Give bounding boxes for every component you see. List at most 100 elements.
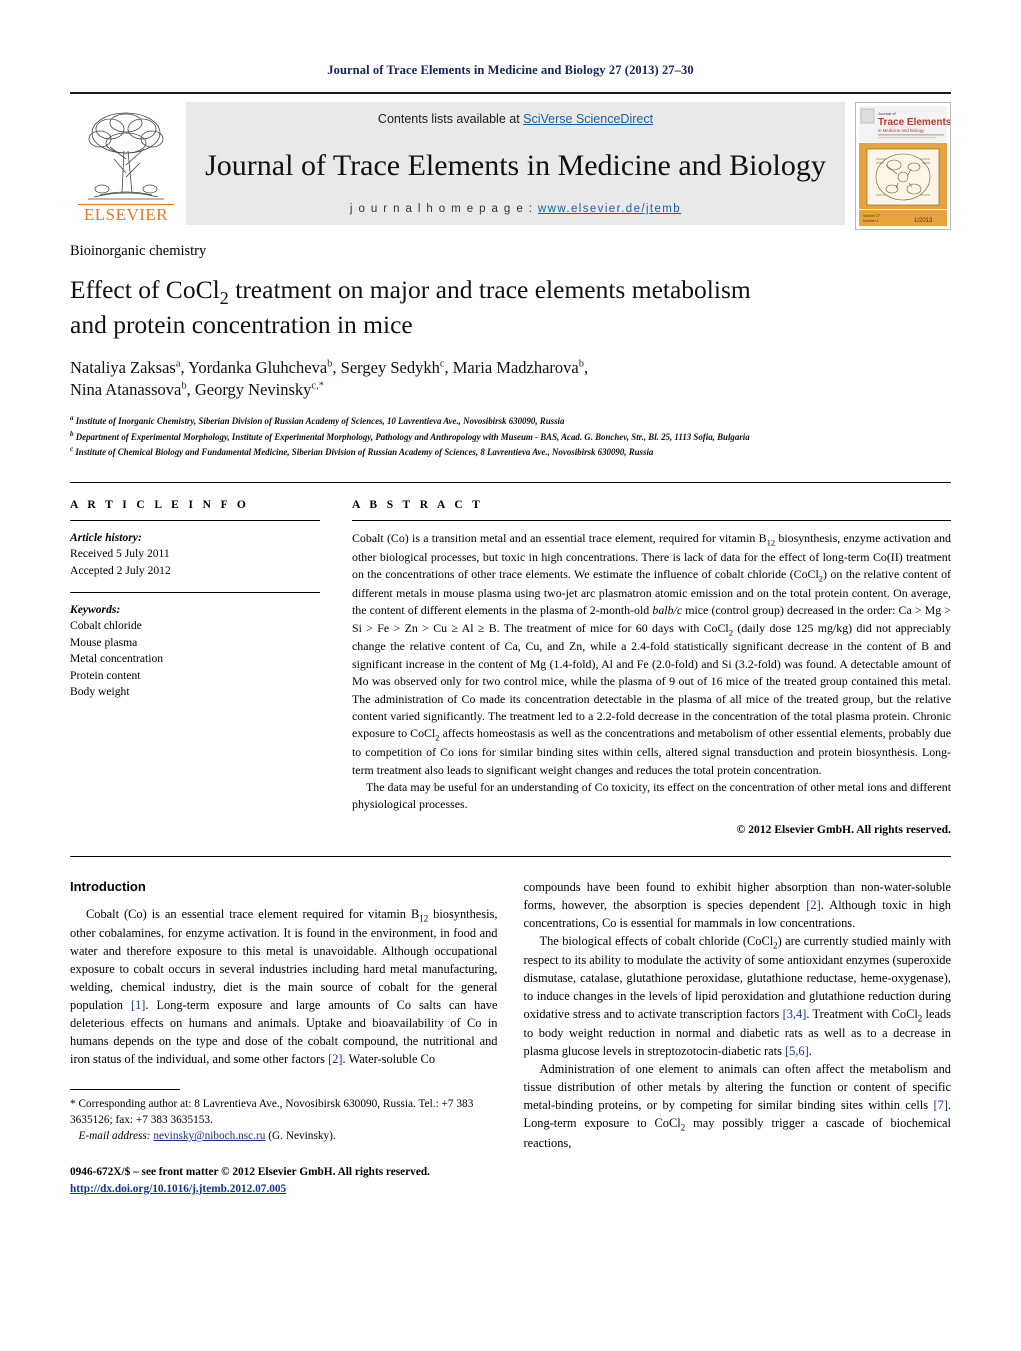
- introduction-right-text: compounds have been found to exhibit hig…: [524, 879, 952, 1153]
- keyword-item: Protein content: [70, 668, 141, 682]
- abstract-body: Cobalt (Co) is a transition metal and an…: [352, 530, 951, 814]
- contents-prefix: Contents lists available at: [377, 112, 524, 126]
- abstract-heading: A B S T R A C T: [352, 498, 484, 511]
- corresponding-marker: *: [70, 1097, 76, 1110]
- issn-text: 0946-672X/$ – see front matter © 2012 El…: [70, 1165, 430, 1178]
- keyword-item: Cobalt chloride: [70, 619, 142, 633]
- journal-masthead: ELSEVIER Contents lists available at Sci…: [70, 92, 951, 230]
- author-affil-mark: c,*: [311, 380, 324, 392]
- contents-available-line: Contents lists available at SciVerse Sci…: [186, 112, 845, 126]
- elsevier-wordmark: ELSEVIER: [78, 204, 174, 223]
- affiliation-item: b Department of Experimental Morphology,…: [70, 429, 951, 445]
- paragraph: Cobalt (Co) is an essential trace elemen…: [70, 906, 498, 1066]
- introduction-left-text: Cobalt (Co) is an essential trace elemen…: [70, 906, 498, 1069]
- keyword-item: Body weight: [70, 685, 130, 699]
- svg-text:Trace Elements: Trace Elements: [878, 117, 950, 128]
- journal-homepage-line: j o u r n a l h o m e p a g e : www.else…: [186, 203, 845, 215]
- doi-link[interactable]: http://dx.doi.org/10.1016/j.jtemb.2012.0…: [70, 1183, 286, 1195]
- elsevier-logo: ELSEVIER: [70, 102, 182, 225]
- journal-band: Contents lists available at SciVerse Sci…: [186, 102, 845, 225]
- title-part-2: treatment on major and trace elements me…: [228, 275, 751, 304]
- journal-title: Journal of Trace Elements in Medicine an…: [205, 149, 826, 182]
- article-accepted-date: Accepted 2 July 2012: [70, 563, 171, 577]
- affiliation-mark: c: [70, 445, 74, 454]
- issn-copyright-line: 0946-672X/$ – see front matter © 2012 El…: [70, 1164, 498, 1198]
- author-item[interactable]: Nataliya Zaksasa: [70, 358, 181, 377]
- journal-cover-thumbnail[interactable]: Journal of Trace Elements in Medicine an…: [855, 102, 951, 230]
- paper-page: Journal of Trace Elements in Medicine an…: [0, 0, 1021, 1351]
- svg-text:Number 1: Number 1: [863, 219, 879, 223]
- email-owner: (G. Nevinsky).: [268, 1129, 336, 1142]
- article-info-heading: A R T I C L E I N F O: [70, 498, 250, 511]
- keyword-item: Mouse plasma: [70, 635, 138, 649]
- affiliation-mark: a: [70, 414, 74, 423]
- author-list: Nataliya Zaksasa, Yordanka Gluhchevab, S…: [70, 357, 951, 403]
- elsevier-tree-icon: [88, 112, 164, 200]
- article-history-label: Article history:: [70, 530, 142, 544]
- footnote-region: * Corresponding author at: 8 Lavrentieva…: [70, 1088, 498, 1198]
- corresponding-text: Corresponding author at: 8 Lavrentieva A…: [78, 1097, 416, 1110]
- body-column-left: Introduction Cobalt (Co) is an essential…: [70, 879, 498, 1198]
- keywords-group: Keywords: Cobalt chloride Mouse plasma M…: [70, 602, 320, 701]
- sciencedirect-link[interactable]: SciVerse ScienceDirect: [523, 112, 653, 126]
- cover-artwork-icon: Journal of Trace Elements in Medicine an…: [856, 103, 950, 229]
- author-name: Yordanka Gluhcheva: [188, 357, 328, 377]
- body-region: Introduction Cobalt (Co) is an essential…: [70, 855, 952, 1198]
- article-info-separator: [70, 591, 320, 593]
- affiliation-text: Department of Experimental Morphology, I…: [75, 431, 750, 442]
- paragraph: The biological effects of cobalt chlorid…: [523, 933, 952, 1059]
- author-item[interactable]: Yordanka Gluhchevab: [188, 358, 332, 377]
- email-link[interactable]: nevinsky@niboch.nsc.ru: [153, 1130, 265, 1142]
- affiliation-item: c Institute of Chemical Biology and Fund…: [70, 444, 951, 460]
- abstract-paragraph: Cobalt (Co) is a transition metal and an…: [352, 530, 951, 777]
- author-sep: ,: [583, 357, 589, 377]
- author-sep: ,: [180, 357, 189, 377]
- svg-text:Journal of: Journal of: [878, 111, 896, 116]
- affiliation-text: Institute of Inorganic Chemistry, Siberi…: [75, 416, 565, 427]
- author-item[interactable]: Georgy Nevinskyc,*: [195, 380, 324, 399]
- article-category: Bioinorganic chemistry: [70, 243, 207, 259]
- title-line-2: and protein concentration in mice: [70, 310, 413, 340]
- email-label: E-mail address:: [78, 1129, 151, 1142]
- abstract-copyright: © 2012 Elsevier GmbH. All rights reserve…: [736, 822, 951, 836]
- svg-text:1/2013: 1/2013: [914, 218, 933, 224]
- svg-text:Volume 27: Volume 27: [863, 214, 880, 218]
- running-head: Journal of Trace Elements in Medicine an…: [327, 63, 694, 77]
- keyword-item: Metal concentration: [70, 652, 164, 666]
- homepage-prefix: j o u r n a l h o m e p a g e :: [349, 203, 538, 215]
- author-item[interactable]: Nina Atanassovab: [70, 380, 187, 399]
- author-sep: ,: [186, 380, 195, 400]
- article-history-group: Article history: Received 5 July 2011 Ac…: [70, 530, 320, 579]
- author-name: Georgy Nevinsky: [194, 380, 312, 400]
- keywords-label: Keywords:: [70, 602, 121, 616]
- author-item[interactable]: Sergey Sedykhc: [341, 358, 445, 377]
- svg-text:in Medicine and Biology: in Medicine and Biology: [878, 128, 925, 133]
- author-name: Sergey Sedykh: [340, 357, 440, 377]
- affiliation-item: a Institute of Inorganic Chemistry, Sibe…: [70, 413, 951, 429]
- page-title: Effect of CoCl2 treatment on major and t…: [70, 274, 951, 341]
- author-sep: ,: [444, 357, 453, 377]
- paragraph: Administration of one element to animals…: [523, 1062, 952, 1150]
- author-name: Nataliya Zaksas: [70, 357, 176, 377]
- abstract-paragraph: The data may be useful for an understand…: [352, 779, 951, 812]
- affiliation-mark: b: [70, 429, 74, 438]
- info-abstract-region: A R T I C L E I N F O Article history: R…: [70, 481, 951, 836]
- body-column-right: compounds have been found to exhibit hig…: [524, 879, 952, 1198]
- author-name: Maria Madzharova: [452, 357, 579, 377]
- introduction-heading: Introduction: [70, 878, 146, 894]
- title-subscript: 2: [219, 288, 229, 309]
- journal-homepage-link[interactable]: www.elsevier.de/jtemb: [538, 203, 681, 215]
- article-received-date: Received 5 July 2011: [70, 547, 170, 561]
- footnote-rule: [70, 1088, 180, 1090]
- author-item[interactable]: Maria Madzharovab: [453, 358, 584, 377]
- paragraph: compounds have been found to exhibit hig…: [523, 879, 952, 930]
- affiliation-text: Institute of Chemical Biology and Fundam…: [75, 447, 654, 458]
- corresponding-author-note: * Corresponding author at: 8 Lavrentieva…: [70, 1096, 498, 1144]
- affiliation-list: a Institute of Inorganic Chemistry, Sibe…: [70, 413, 951, 460]
- abstract-rule: [352, 519, 951, 521]
- article-info-column: A R T I C L E I N F O Article history: R…: [70, 499, 320, 836]
- abstract-column: A B S T R A C T Cobalt (Co) is a transit…: [352, 499, 951, 836]
- title-part-1: Effect of CoCl: [70, 275, 220, 304]
- author-name: Nina Atanassova: [70, 380, 182, 400]
- author-sep: ,: [332, 357, 341, 377]
